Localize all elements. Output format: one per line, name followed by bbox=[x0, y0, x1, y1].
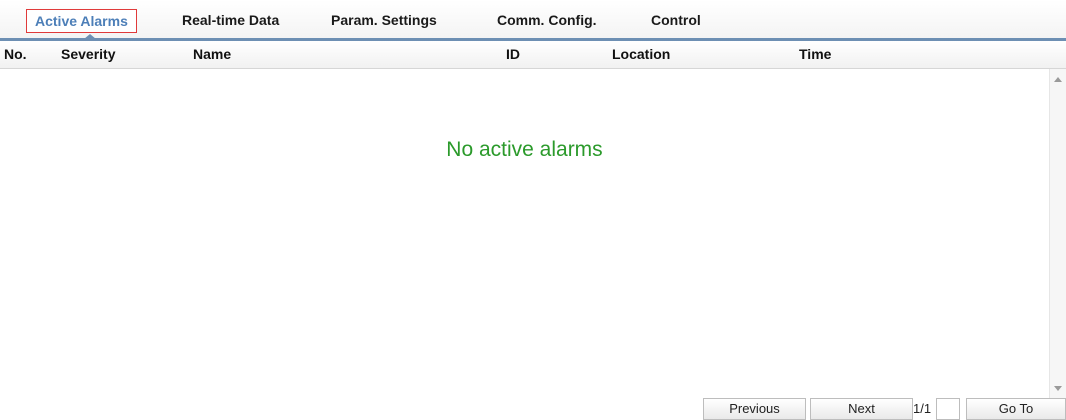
tab-active-alarms[interactable]: Active Alarms bbox=[26, 9, 137, 33]
scroll-down-icon[interactable] bbox=[1054, 386, 1062, 391]
next-button[interactable]: Next bbox=[810, 398, 913, 420]
alarm-table-header: No. Severity Name ID Location Time bbox=[0, 41, 1066, 69]
tab-control[interactable]: Control bbox=[651, 8, 701, 32]
tab-comm-config[interactable]: Comm. Config. bbox=[497, 8, 597, 32]
tab-bar: Active Alarms Real-time Data Param. Sett… bbox=[0, 0, 1066, 41]
column-header-name[interactable]: Name bbox=[193, 46, 231, 62]
previous-button[interactable]: Previous bbox=[703, 398, 806, 420]
scroll-up-icon[interactable] bbox=[1054, 77, 1062, 82]
column-header-id[interactable]: ID bbox=[506, 46, 520, 62]
column-header-no[interactable]: No. bbox=[4, 46, 27, 62]
tab-param-settings[interactable]: Param. Settings bbox=[331, 8, 437, 32]
column-header-location[interactable]: Location bbox=[612, 46, 670, 62]
tab-pointer-icon bbox=[84, 34, 96, 39]
empty-state-message: No active alarms bbox=[446, 138, 603, 161]
goto-button[interactable]: Go To bbox=[966, 398, 1066, 420]
tab-real-time-data[interactable]: Real-time Data bbox=[182, 8, 279, 32]
column-header-time[interactable]: Time bbox=[799, 46, 831, 62]
alarm-table-body: No active alarms bbox=[0, 69, 1049, 399]
column-header-severity[interactable]: Severity bbox=[61, 46, 115, 62]
page-number-input[interactable] bbox=[936, 398, 960, 420]
page-indicator: 1/1 bbox=[913, 401, 932, 416]
vertical-scrollbar[interactable] bbox=[1049, 69, 1066, 399]
